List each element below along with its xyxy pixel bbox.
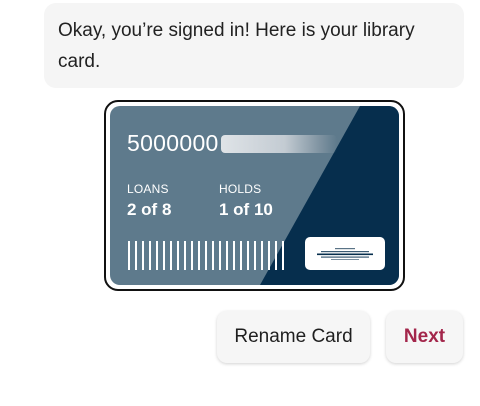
library-card-face: 5000000 LOANS 2 of 8 HOLDS 1 of 10 (110, 106, 399, 285)
chat-page: Okay, you’re signed in! Here is your lib… (0, 0, 480, 406)
chat-message-text: Okay, you’re signed in! Here is your lib… (58, 20, 415, 72)
barcode-bar (212, 241, 214, 270)
library-card: 5000000 LOANS 2 of 8 HOLDS 1 of 10 (104, 100, 405, 291)
barcode-bar (156, 241, 158, 270)
barcode-bar (240, 241, 242, 270)
barcode-bar (219, 241, 221, 270)
barcode-bar (163, 241, 165, 270)
rename-card-button[interactable]: Rename Card (217, 311, 370, 363)
next-button[interactable]: Next (386, 311, 463, 363)
barcode (128, 241, 284, 270)
barcode-bar (170, 241, 172, 270)
barcode-bar (268, 241, 270, 270)
barcode-bar (191, 241, 193, 270)
card-number: 5000000 (127, 130, 337, 157)
loans-stat: LOANS 2 of 8 (127, 182, 171, 220)
holds-value: 1 of 10 (219, 200, 273, 219)
library-logo (305, 237, 385, 270)
barcode-bar (142, 241, 144, 270)
chat-message-bubble: Okay, you’re signed in! Here is your lib… (44, 3, 464, 88)
barcode-bar (226, 241, 228, 270)
library-logo-icon (317, 247, 373, 260)
barcode-bar (205, 241, 207, 270)
barcode-bar (261, 241, 263, 270)
holds-label: HOLDS (219, 182, 262, 196)
barcode-bar (184, 241, 186, 270)
loans-label: LOANS (127, 182, 169, 196)
barcode-bar (233, 241, 235, 270)
barcode-bar (149, 241, 151, 270)
barcode-bar (247, 241, 249, 270)
barcode-bar (254, 241, 256, 270)
holds-stat: HOLDS 1 of 10 (219, 182, 273, 220)
barcode-bar (177, 241, 179, 270)
barcode-bar (128, 241, 130, 270)
loans-value: 2 of 8 (127, 200, 172, 219)
card-number-redacted (220, 134, 337, 153)
barcode-bar (282, 241, 284, 270)
barcode-bar (135, 241, 137, 270)
card-number-visible: 5000000 (127, 130, 219, 156)
barcode-bar (198, 241, 200, 270)
barcode-bar (275, 241, 277, 270)
